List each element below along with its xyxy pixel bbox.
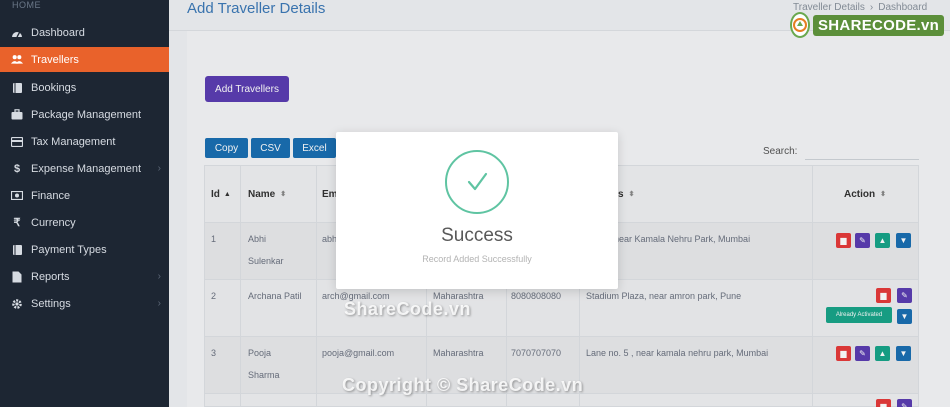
sidebar-item-label: Tax Management	[31, 135, 116, 148]
sidebar-item-label: Expense Management	[31, 162, 142, 175]
dollar-icon: $	[13, 162, 21, 175]
watermark-text: Copyright © ShareCode.vn	[342, 375, 584, 395]
sidebar-item-dashboard[interactable]: Dashboard	[0, 20, 169, 45]
chevron-right-icon: ›	[157, 163, 161, 174]
chevron-right-icon: ›	[157, 298, 161, 309]
logo-icon	[790, 12, 810, 38]
dashboard-icon	[11, 27, 23, 39]
sidebar-item-travellers[interactable]: Travellers	[0, 47, 169, 72]
book-icon	[11, 244, 23, 256]
sidebar: HOME Dashboard Travellers Bookings Packa…	[0, 0, 169, 407]
sidebar-section-label: HOME	[12, 0, 41, 10]
sidebar-item-currency[interactable]: ₹ Currency	[0, 210, 169, 235]
sidebar-item-label: Payment Types	[31, 243, 107, 256]
money-icon	[11, 190, 23, 202]
watermark-text: ShareCode.vn	[344, 299, 472, 319]
credit-card-icon	[11, 136, 23, 148]
sidebar-item-payment-types[interactable]: Payment Types	[0, 237, 169, 262]
chevron-right-icon: ›	[157, 271, 161, 282]
logo-text: SHARECODE.vn	[813, 14, 945, 36]
report-icon	[11, 271, 23, 283]
sidebar-item-label: Travellers	[31, 53, 79, 66]
sidebar-item-label: Finance	[31, 189, 71, 202]
users-icon	[11, 54, 23, 66]
sidebar-item-label: Dashboard	[31, 26, 85, 39]
sidebar-item-expense-management[interactable]: $ Expense Management ›	[0, 156, 169, 181]
sharecode-logo: SHARECODE.vn	[790, 11, 945, 39]
sidebar-item-label: Settings	[31, 297, 71, 310]
sidebar-item-label: Package Management	[31, 108, 142, 121]
success-modal: Success Record Added Successfully	[336, 132, 618, 289]
modal-message: Record Added Successfully	[422, 254, 532, 264]
sidebar-item-label: Bookings	[31, 81, 77, 94]
sidebar-item-tax-management[interactable]: Tax Management	[0, 129, 169, 154]
sidebar-item-label: Reports	[31, 270, 70, 283]
gear-icon	[11, 298, 23, 310]
sidebar-item-bookings[interactable]: Bookings	[0, 75, 169, 100]
modal-title: Success	[441, 225, 513, 246]
sidebar-item-finance[interactable]: Finance	[0, 183, 169, 208]
book-icon	[11, 82, 23, 94]
sidebar-item-reports[interactable]: Reports ›	[0, 264, 169, 289]
rupee-icon: ₹	[13, 217, 21, 229]
sidebar-item-package-management[interactable]: Package Management	[0, 102, 169, 127]
sidebar-item-label: Currency	[31, 216, 76, 229]
success-check-icon	[445, 150, 509, 214]
briefcase-icon	[11, 109, 23, 121]
sidebar-item-settings[interactable]: Settings ›	[0, 291, 169, 316]
